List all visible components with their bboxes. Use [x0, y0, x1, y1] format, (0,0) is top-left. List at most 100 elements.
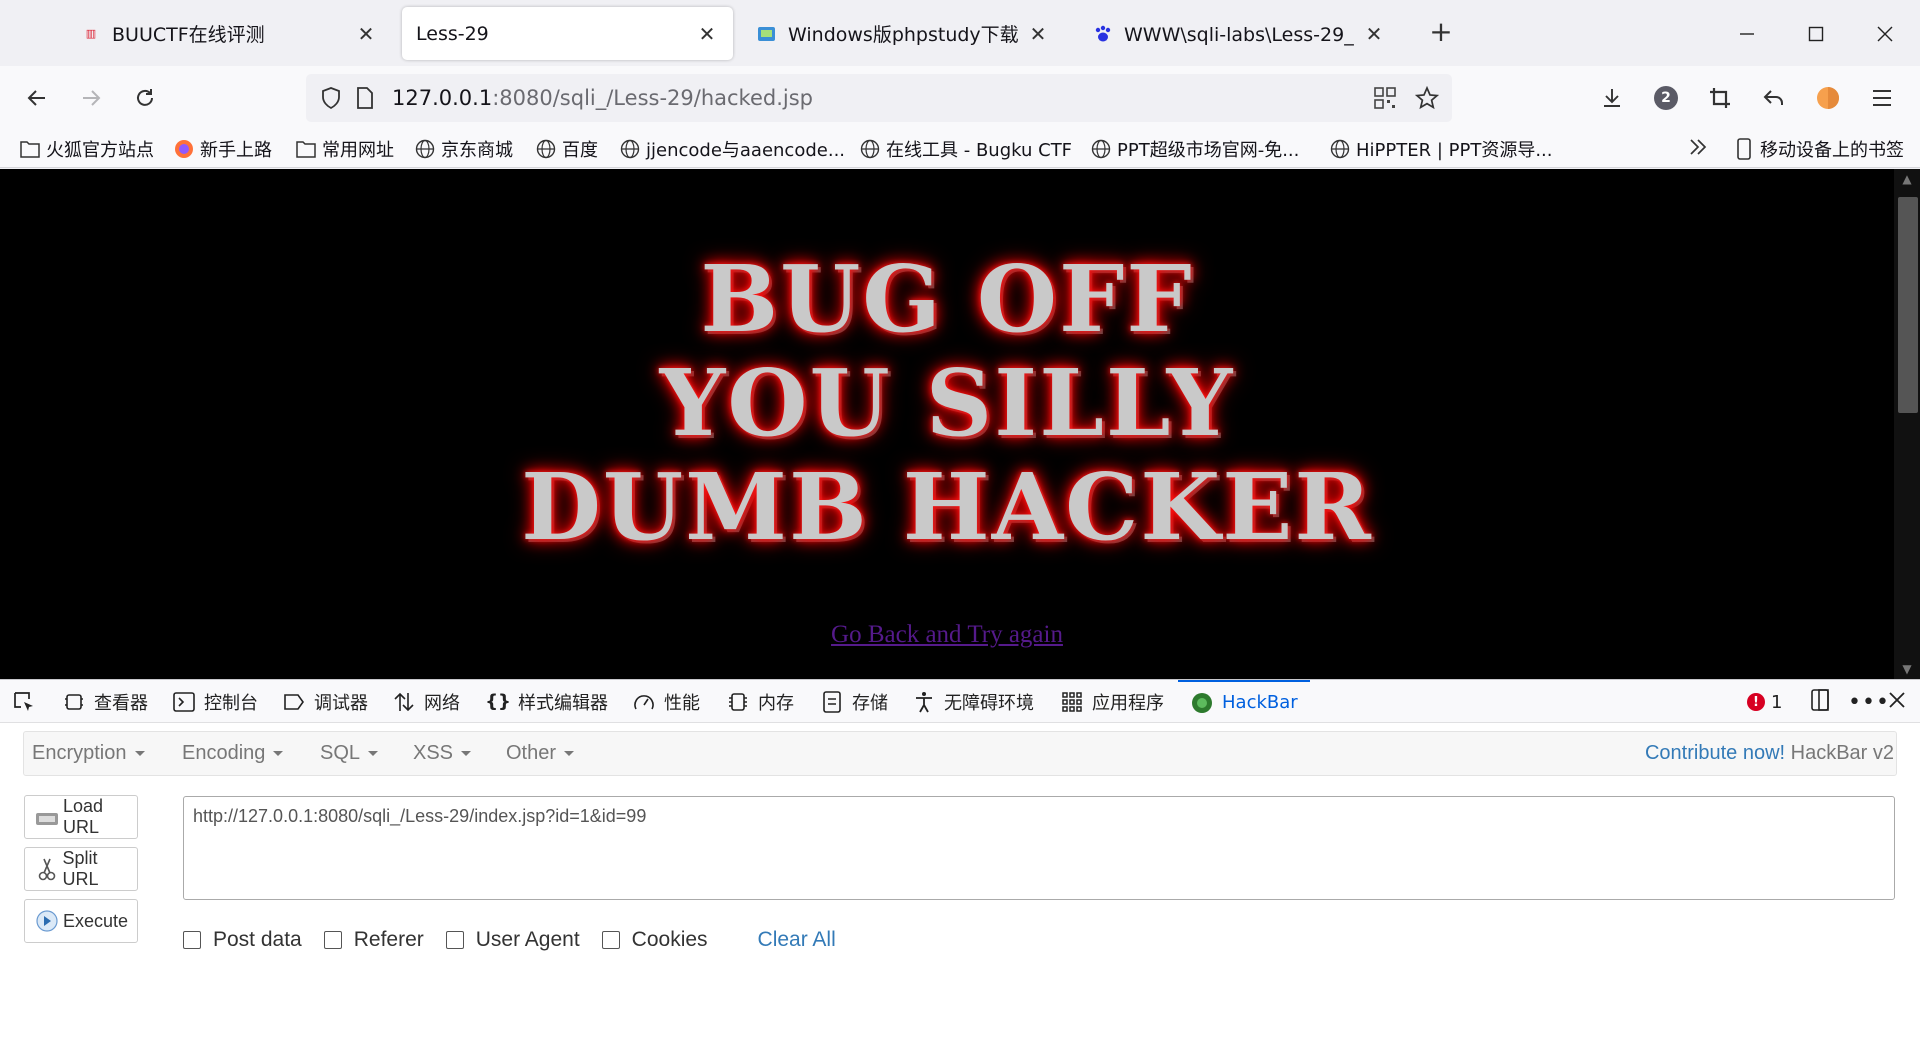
close-icon[interactable]: ✕: [354, 22, 378, 46]
referer-checkbox[interactable]: Referer: [323, 928, 424, 952]
url-bar[interactable]: 127.0.0.1:8080/sqli_/Less-29/hacked.jsp: [306, 74, 1452, 122]
bookmark-item[interactable]: HiPPTER | PPT资源导...: [1330, 136, 1553, 162]
bookmark-folder[interactable]: 火狐官方站点: [20, 136, 154, 162]
hackbar-url-textarea[interactable]: http://127.0.0.1:8080/sqli_/Less-29/inde…: [183, 796, 1895, 900]
url-textarea-value: http://127.0.0.1:8080/sqli_/Less-29/inde…: [193, 806, 647, 826]
close-icon[interactable]: ✕: [1026, 22, 1050, 46]
menu-hamburger-icon[interactable]: [1862, 78, 1902, 118]
responsive-design-button[interactable]: [1808, 688, 1832, 716]
tab-network[interactable]: 网络: [392, 680, 460, 723]
responsive-icon: [1808, 688, 1832, 717]
url-host: 127.0.0.1: [392, 86, 493, 110]
forward-button[interactable]: [71, 78, 111, 118]
shield-icon[interactable]: [314, 81, 348, 115]
load-url-button[interactable]: Load URL: [24, 795, 138, 839]
execute-button[interactable]: Execute: [24, 899, 138, 943]
encoding-menu[interactable]: Encoding: [182, 742, 284, 765]
devtools-options-button[interactable]: •••: [1848, 688, 1890, 716]
tab-title: Windows版phpstudy下载 - 小: [788, 24, 1018, 46]
tab-less-29[interactable]: Less-29 ✕: [402, 7, 733, 60]
checkbox-label: Cookies: [631, 928, 708, 951]
checkbox-label: Post data: [213, 928, 302, 951]
banner-line: YOU SILLY: [659, 349, 1235, 457]
tab-console[interactable]: 控制台: [172, 680, 258, 723]
url-text[interactable]: 127.0.0.1:8080/sqli_/Less-29/hacked.jsp: [392, 86, 813, 110]
checkbox-box[interactable]: [183, 931, 201, 949]
tab-inspector[interactable]: 查看器: [62, 680, 148, 723]
tab-buuctf[interactable]: ▥ BUUCTF在线评测 ✕: [66, 7, 392, 60]
extension-badge-button[interactable]: 2: [1646, 78, 1686, 118]
sql-menu[interactable]: SQL: [320, 742, 379, 765]
mobile-icon: [1734, 138, 1754, 160]
cookies-checkbox[interactable]: Cookies: [601, 928, 708, 952]
element-picker-button[interactable]: [12, 680, 44, 723]
tab-label: 查看器: [94, 692, 148, 714]
tab-style-editor[interactable]: {} 样式编辑器: [485, 680, 608, 723]
folder-icon: [296, 139, 316, 159]
close-window-button[interactable]: [1865, 14, 1905, 54]
post-data-checkbox[interactable]: Post data: [183, 928, 302, 952]
tab-application[interactable]: 应用程序: [1060, 680, 1164, 723]
new-tab-button[interactable]: +: [1426, 18, 1456, 48]
application-icon: [1060, 690, 1084, 714]
bookmarks-overflow-button[interactable]: [1688, 136, 1708, 162]
folder-icon: [20, 139, 40, 159]
scroll-up-icon[interactable]: ▲: [1894, 169, 1920, 189]
tab-debugger[interactable]: 调试器: [282, 680, 368, 723]
caret-down-icon: [564, 751, 575, 756]
tab-storage[interactable]: 存储: [820, 680, 888, 723]
bookmark-item[interactable]: 在线工具 - Bugku CTF: [860, 136, 1072, 162]
xss-menu[interactable]: XSS: [413, 742, 472, 765]
bookmark-item[interactable]: PPT超级市场官网-免...: [1091, 136, 1299, 162]
tab-performance[interactable]: 性能: [632, 680, 700, 723]
tab-phpstudy[interactable]: Windows版phpstudy下载 - 小 ✕: [742, 7, 1064, 60]
downloads-icon[interactable]: [1592, 78, 1632, 118]
bookmark-item[interactable]: 新手上路: [174, 136, 272, 162]
scroll-down-icon[interactable]: ▼: [1894, 659, 1920, 679]
go-back-link[interactable]: Go Back and Try again: [0, 621, 1894, 649]
encryption-menu[interactable]: Encryption: [32, 742, 145, 765]
error-count: 1: [1771, 691, 1783, 713]
mobile-bookmarks[interactable]: 移动设备上的书签: [1734, 136, 1904, 162]
close-icon[interactable]: ✕: [1362, 22, 1386, 46]
page-icon[interactable]: [348, 81, 382, 115]
navigation-bar: 127.0.0.1:8080/sqli_/Less-29/hacked.jsp …: [0, 66, 1920, 130]
undo-icon[interactable]: [1754, 78, 1794, 118]
globe-icon: [860, 139, 880, 159]
bookmark-item[interactable]: jjencode与aaencode...: [620, 136, 845, 162]
bookmark-item[interactable]: 百度: [536, 136, 598, 162]
profile-avatar-icon[interactable]: [1808, 78, 1848, 118]
scrollbar-thumb[interactable]: [1898, 197, 1918, 413]
bookmarks-toolbar: 火狐官方站点 新手上路 常用网址 京东商城 百度 jjencode与aaenco…: [0, 130, 1920, 168]
devtools-toolbar: 查看器 控制台 调试器 网络 {} 样式编辑器 性能 内存 存储 无障碍环境 应…: [0, 680, 1920, 723]
contribute-link[interactable]: Contribute now!: [1645, 742, 1785, 764]
devtools-close-button[interactable]: [1888, 688, 1906, 716]
tab-title: WWW\sqli-labs\Less-29_百度: [1124, 24, 1354, 46]
minimize-button[interactable]: [1727, 14, 1767, 54]
bookmark-folder[interactable]: 常用网址: [296, 136, 394, 162]
reload-button[interactable]: [125, 78, 165, 118]
other-menu[interactable]: Other: [506, 742, 575, 765]
clear-all-link[interactable]: Clear All: [758, 928, 836, 952]
user-agent-checkbox[interactable]: User Agent: [445, 928, 580, 952]
tab-hackbar[interactable]: HackBar: [1178, 680, 1310, 723]
bookmark-item[interactable]: 京东商城: [415, 136, 513, 162]
checkbox-box[interactable]: [601, 931, 620, 949]
menu-label: Encryption: [32, 742, 127, 764]
tab-memory[interactable]: 内存: [726, 680, 794, 723]
back-button[interactable]: [17, 78, 57, 118]
banner-line: DUMB HACKER: [521, 453, 1373, 561]
tab-baidu[interactable]: WWW\sqli-labs\Less-29_百度 ✕: [1078, 7, 1400, 60]
checkbox-box[interactable]: [445, 931, 464, 949]
phpstudy-icon: [756, 23, 778, 45]
page-scrollbar[interactable]: ▲ ▼: [1894, 169, 1920, 679]
qr-code-icon[interactable]: [1368, 81, 1402, 115]
split-url-button[interactable]: Split URL: [24, 847, 138, 891]
error-counter[interactable]: ! 1: [1747, 688, 1782, 716]
bookmark-star-icon[interactable]: [1410, 81, 1444, 115]
close-icon[interactable]: ✕: [695, 22, 719, 46]
tab-accessibility[interactable]: 无障碍环境: [912, 680, 1034, 723]
maximize-button[interactable]: [1796, 14, 1836, 54]
checkbox-box[interactable]: [323, 931, 342, 949]
crop-icon[interactable]: [1700, 78, 1740, 118]
